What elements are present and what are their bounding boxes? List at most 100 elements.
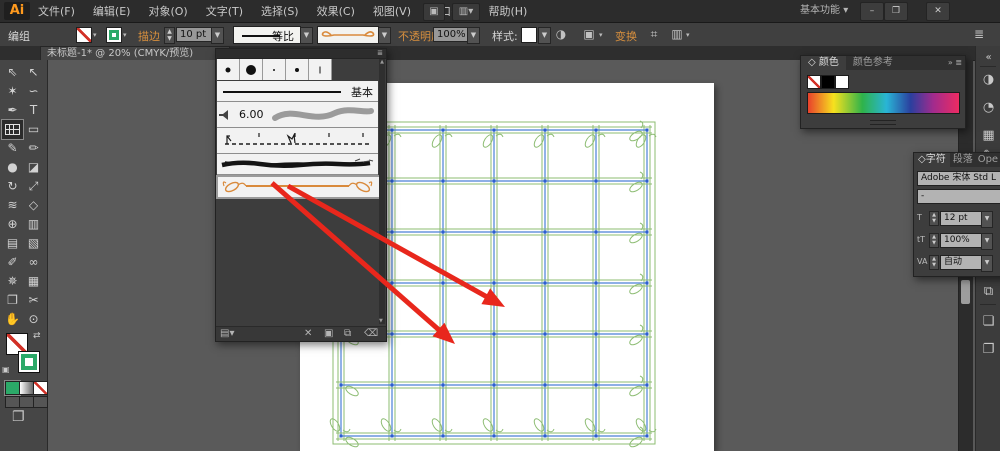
blob-brush-tool[interactable]: ●	[2, 158, 23, 177]
expand-icon[interactable]: »	[948, 58, 953, 67]
panel-menu-icon[interactable]: ≣	[377, 49, 383, 58]
menu-item-8[interactable]: 帮助(H)	[488, 3, 527, 19]
font-size-stepper[interactable]: ▲ ▼	[929, 211, 939, 226]
more-options-icon[interactable]: ▥	[668, 26, 686, 42]
color-spectrum-bar[interactable]	[807, 92, 960, 114]
rectangle-tool[interactable]: ▭	[23, 120, 44, 139]
pencil-tool[interactable]: ✏	[23, 139, 44, 158]
charcoal-smooth-brush-row[interactable]: 6.00	[217, 102, 378, 128]
none-mode-button[interactable]	[33, 381, 48, 395]
opacity-caret-icon[interactable]: ▼	[467, 27, 480, 44]
default-fill-stroke-icon[interactable]: ▣	[2, 365, 10, 374]
kerning-stepper[interactable]: ▲ ▼	[929, 255, 939, 270]
dashed-art-brush-row[interactable]	[217, 128, 378, 154]
style-swatch[interactable]	[521, 27, 537, 43]
close-button[interactable]: ✕	[926, 2, 950, 21]
charcoal-rough-brush-row[interactable]	[217, 154, 378, 175]
decorative-scroll-brush-row[interactable]	[216, 175, 381, 199]
lasso-tool[interactable]: ∽	[23, 82, 44, 101]
menu-item-4[interactable]: 选择(S)	[261, 3, 299, 19]
type-tool[interactable]: T	[23, 101, 44, 120]
draw-inside-button[interactable]	[33, 396, 48, 408]
direct-selection-tool[interactable]: ⇖	[2, 63, 23, 82]
new-brush-icon[interactable]: ⧉	[344, 327, 351, 341]
fill-caret-icon[interactable]: ▾	[93, 31, 97, 39]
leading-caret-icon[interactable]: ▼	[981, 233, 993, 250]
recolor-artwork-icon[interactable]: ◑	[552, 26, 570, 42]
fill-swatch[interactable]	[76, 27, 92, 43]
symbol-sprayer-tool[interactable]: ✵	[2, 272, 23, 291]
column-graph-tool[interactable]: ▥	[23, 215, 44, 234]
brush-libraries-icon[interactable]: ▤▾	[220, 327, 234, 341]
slice-tool[interactable]: ✂	[23, 291, 44, 310]
draw-normal-button[interactable]	[5, 396, 20, 408]
remove-brush-stroke-icon[interactable]: ✕	[304, 327, 312, 341]
transform-link[interactable]: 变换	[615, 28, 637, 44]
style-caret-icon[interactable]: ▼	[538, 27, 551, 44]
blend-tool[interactable]: ∞	[23, 253, 44, 272]
document-setup-caret-icon[interactable]: ▾	[599, 31, 603, 39]
stroke-width-stepper[interactable]: ▲ ▼	[164, 27, 175, 44]
workspace-switcher[interactable]: 基本功能 ▾	[800, 3, 848, 19]
panel-menu-icon[interactable]: ≣	[955, 58, 962, 67]
color-mode-button[interactable]	[4, 380, 21, 396]
font-size-field[interactable]: 12 pt	[940, 211, 982, 226]
stroke-swatch[interactable]	[106, 27, 122, 43]
graph-tool[interactable]: ▦	[23, 272, 44, 291]
width-tool[interactable]: ≋	[2, 196, 23, 215]
rotate-tool[interactable]: ↻	[2, 177, 23, 196]
draw-behind-button[interactable]	[19, 396, 34, 408]
brush-definition-preview[interactable]	[317, 26, 379, 44]
more-options-caret-icon[interactable]: ▾	[686, 31, 690, 39]
hand-tool[interactable]: ✋	[2, 310, 23, 329]
menu-item-3[interactable]: 文字(T)	[206, 3, 243, 19]
tab-opentype[interactable]: Ope	[976, 153, 1000, 167]
menu-item-5[interactable]: 效果(C)	[317, 3, 355, 19]
stroke-caret-icon[interactable]: ▾	[123, 31, 127, 39]
screen-mode-icon[interactable]: ❐	[12, 409, 25, 425]
calligraphic-brush-2pt[interactable]	[286, 59, 309, 80]
options-of-selected-object-icon[interactable]: ▣	[324, 327, 333, 341]
restore-button[interactable]: ❐	[884, 2, 908, 21]
menu-item-2[interactable]: 对象(O)	[148, 3, 187, 19]
collapse-dock-icon[interactable]: «	[979, 48, 998, 67]
artboard-tool[interactable]: ❐	[2, 291, 23, 310]
magic-wand-tool[interactable]: ✶	[2, 82, 23, 101]
calligraphic-brush-3pt[interactable]	[217, 59, 240, 80]
artboards-panel-icon[interactable]: ❐	[979, 340, 998, 359]
tab-color[interactable]: ◇ 颜色	[801, 56, 846, 70]
black-swatch[interactable]	[821, 75, 835, 89]
pen-tool[interactable]: ✒	[2, 101, 23, 120]
arrange-documents-icon[interactable]: ▣	[423, 3, 445, 21]
links-panel-icon[interactable]: ⧉	[979, 282, 998, 301]
perspective-grid-tool[interactable]: ◇	[23, 196, 44, 215]
width-profile-preview[interactable]: 等比	[233, 26, 301, 44]
profile-caret-icon[interactable]: ▼	[300, 27, 313, 44]
panel-resize-grip[interactable]	[870, 120, 896, 125]
workspace-layout-icon[interactable]: ▥▾	[452, 3, 480, 21]
document-setup-icon[interactable]: ▣	[580, 26, 598, 42]
color-panel-icon[interactable]: ◑	[979, 70, 998, 89]
font-family-field[interactable]: Adobe 宋体 Std L	[917, 171, 1000, 186]
tab-character[interactable]: ◇字符	[914, 153, 950, 167]
layers-panel-icon[interactable]: ❏	[979, 312, 998, 331]
stroke-color-swatch[interactable]	[18, 351, 40, 373]
calligraphic-brush-5pt[interactable]	[240, 59, 263, 80]
selection-tool[interactable]: ↖	[23, 63, 44, 82]
calligraphic-brush-1pt[interactable]	[263, 59, 286, 80]
swatches-panel-icon[interactable]: ▦	[979, 126, 998, 145]
gradient-tool[interactable]: ▧	[23, 234, 44, 253]
scrollbar-thumb[interactable]	[961, 280, 970, 304]
zoom-tool[interactable]: ⊙	[23, 310, 44, 329]
eyedropper-tool[interactable]: ✐	[2, 253, 23, 272]
none-swatch[interactable]	[807, 75, 821, 89]
basic-brush-row[interactable]: 基本	[217, 81, 378, 102]
leading-field[interactable]: 100%	[940, 233, 982, 248]
brush-caret-icon[interactable]: ▼	[378, 27, 391, 44]
document-tab[interactable]: 未标题-1* @ 20% (CMYK/预览) ×	[40, 46, 230, 61]
stroke-link[interactable]: 描边	[138, 28, 160, 44]
align-icon[interactable]: ⌗	[645, 26, 663, 42]
menu-item-6[interactable]: 视图(V)	[373, 3, 411, 19]
panel-scrollbar[interactable]: ▲ ▼	[379, 59, 385, 324]
stroke-width-field[interactable]: 10 pt	[176, 27, 214, 42]
